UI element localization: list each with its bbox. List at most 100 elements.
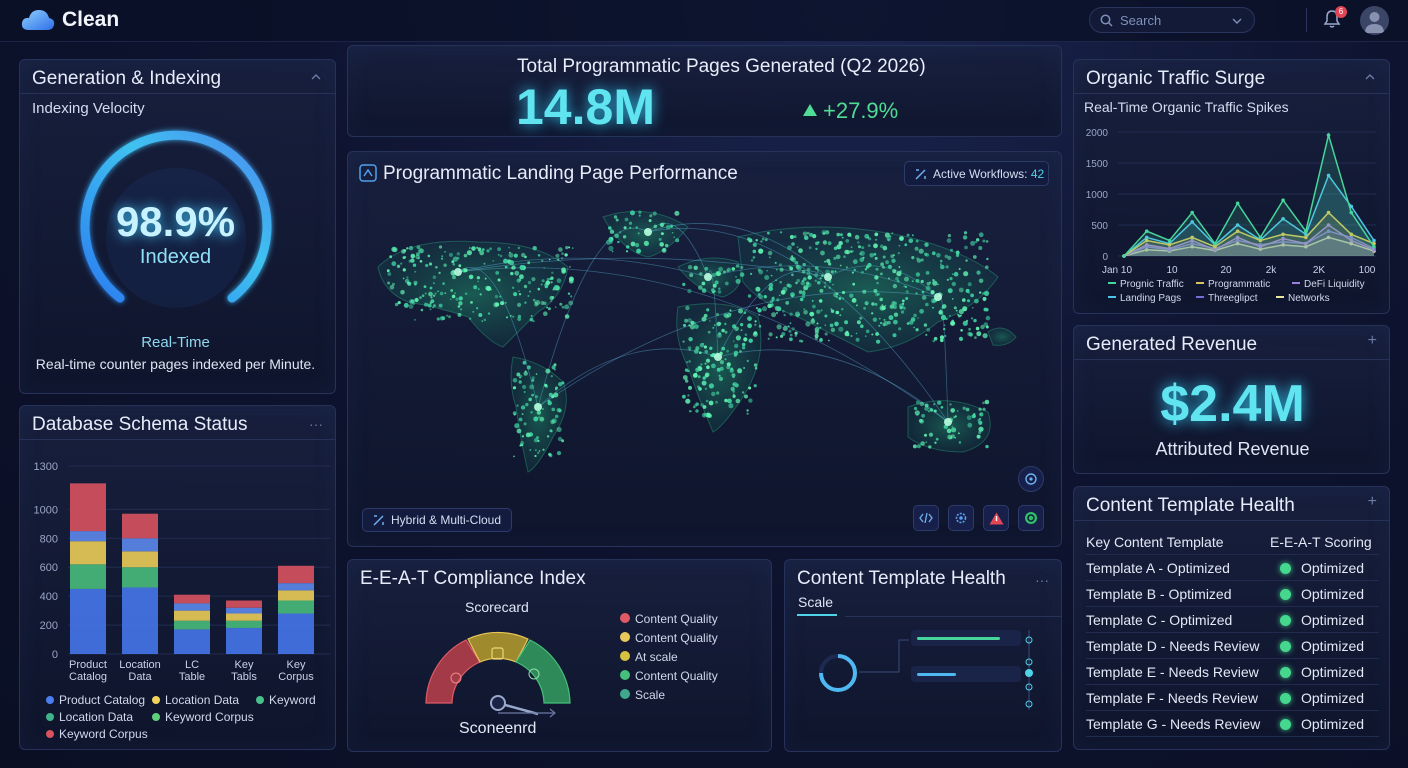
map-dot [816, 309, 821, 314]
more-icon[interactable]: ··· [1035, 572, 1049, 588]
x-tick-label: 20 [1220, 265, 1232, 276]
bar-segment[interactable] [226, 627, 262, 654]
map-dot [862, 289, 867, 294]
data-point[interactable] [1213, 241, 1217, 246]
map-dot [791, 273, 794, 277]
bar-segment[interactable] [70, 483, 106, 532]
bar-segment[interactable] [70, 541, 106, 565]
data-point[interactable] [1122, 254, 1126, 258]
bar-segment[interactable] [70, 531, 106, 542]
chevron-up-icon[interactable] [1365, 73, 1375, 81]
data-point[interactable] [1144, 229, 1149, 233]
map-hub[interactable] [454, 268, 462, 276]
table-row[interactable]: Template D - Needs Review Optimized [1086, 633, 1379, 659]
code-button[interactable] [913, 505, 939, 531]
map-dot [920, 258, 924, 262]
bar-segment[interactable] [278, 590, 314, 601]
map-dot [861, 271, 864, 274]
data-point[interactable] [1258, 235, 1263, 240]
data-point[interactable] [1167, 238, 1172, 243]
workflows-chip[interactable]: Active Workflows: 42 [904, 161, 1049, 186]
map-dot [925, 333, 928, 336]
map-hub[interactable] [534, 403, 542, 411]
map-dot [886, 236, 892, 241]
bar-segment[interactable] [70, 564, 106, 589]
tab-scale[interactable]: Scale [798, 594, 833, 610]
map-dot [653, 224, 658, 229]
bar-segment[interactable] [174, 620, 210, 630]
data-point[interactable] [1349, 210, 1354, 215]
cloud-chip[interactable]: Hybrid & Multi-Cloud [362, 508, 512, 532]
map-hub[interactable] [714, 353, 722, 361]
app-name[interactable]: Clean [62, 8, 119, 32]
bar-segment[interactable] [226, 613, 262, 621]
bar-segment[interactable] [278, 613, 314, 654]
data-point[interactable] [1281, 198, 1285, 202]
map-dot [958, 441, 962, 444]
map-dot [933, 403, 936, 406]
bar-segment[interactable] [278, 583, 314, 591]
data-point[interactable] [1372, 238, 1376, 243]
map-hub[interactable] [824, 273, 832, 281]
data-point[interactable] [1190, 210, 1194, 215]
map-dot [819, 326, 822, 329]
search-input[interactable]: Search [1089, 7, 1255, 33]
map-dot [835, 310, 840, 315]
map-dot [536, 410, 542, 415]
chevron-up-icon[interactable] [311, 73, 321, 81]
refresh-button[interactable] [1018, 505, 1044, 531]
map-hub[interactable] [934, 293, 942, 301]
map-dot [821, 229, 827, 235]
map-dot [456, 252, 460, 256]
bar-segment[interactable] [174, 594, 210, 604]
map-dot [514, 423, 520, 429]
map-dot [556, 278, 562, 284]
map-hub[interactable] [704, 273, 712, 281]
data-point[interactable] [1326, 133, 1331, 137]
table-row[interactable]: Template G - Needs Review Optimized [1086, 711, 1379, 737]
legend-label: Landing Pags [1120, 293, 1182, 304]
map-dot [554, 414, 559, 419]
legend-item: Prognic Traffic [1108, 279, 1184, 290]
bar-segment[interactable] [174, 610, 210, 621]
table-row[interactable]: Template A - Optimized Optimized [1086, 555, 1379, 581]
bar-segment[interactable] [174, 603, 210, 611]
plus-icon[interactable]: + [1368, 493, 1377, 511]
map-hub[interactable] [944, 418, 952, 426]
bar-segment[interactable] [122, 567, 158, 588]
map-dot [949, 314, 951, 317]
bar-segment[interactable] [122, 551, 158, 568]
bar-segment[interactable] [226, 620, 262, 628]
map-dot [767, 337, 770, 340]
table-row[interactable]: Template C - Optimized Optimized [1086, 607, 1379, 633]
bar-segment[interactable] [226, 607, 262, 614]
avatar[interactable] [1360, 6, 1389, 35]
bar-segment[interactable] [70, 588, 106, 654]
table-row[interactable]: Template E - Needs Review Optimized [1086, 659, 1379, 685]
bar-segment[interactable] [122, 587, 158, 654]
map-dot [521, 276, 524, 280]
panel-title: Content Template Health [1086, 495, 1295, 516]
alert-button[interactable] [983, 505, 1009, 531]
map-dot [967, 282, 972, 287]
map-dot [951, 281, 956, 287]
more-icon[interactable]: ··· [309, 416, 323, 432]
bar-segment[interactable] [174, 629, 210, 654]
bar-segment[interactable] [278, 565, 314, 584]
data-point[interactable] [1304, 229, 1308, 233]
bar-segment[interactable] [278, 600, 314, 614]
target-button[interactable] [1018, 466, 1044, 492]
settings-button[interactable] [948, 505, 974, 531]
bar-segment[interactable] [122, 538, 158, 552]
bar-segment[interactable] [226, 600, 262, 608]
map-dot [746, 412, 749, 415]
map-dot [468, 274, 474, 280]
table-row[interactable]: Template F - Needs Review Optimized [1086, 685, 1379, 711]
plus-icon[interactable]: + [1368, 332, 1377, 350]
table-row[interactable]: Template B - Optimized Optimized [1086, 581, 1379, 607]
bar-segment[interactable] [122, 513, 158, 539]
map-dot [545, 384, 548, 387]
data-point[interactable] [1235, 201, 1240, 206]
data-point[interactable] [1372, 244, 1376, 249]
map-hub[interactable] [644, 228, 652, 236]
